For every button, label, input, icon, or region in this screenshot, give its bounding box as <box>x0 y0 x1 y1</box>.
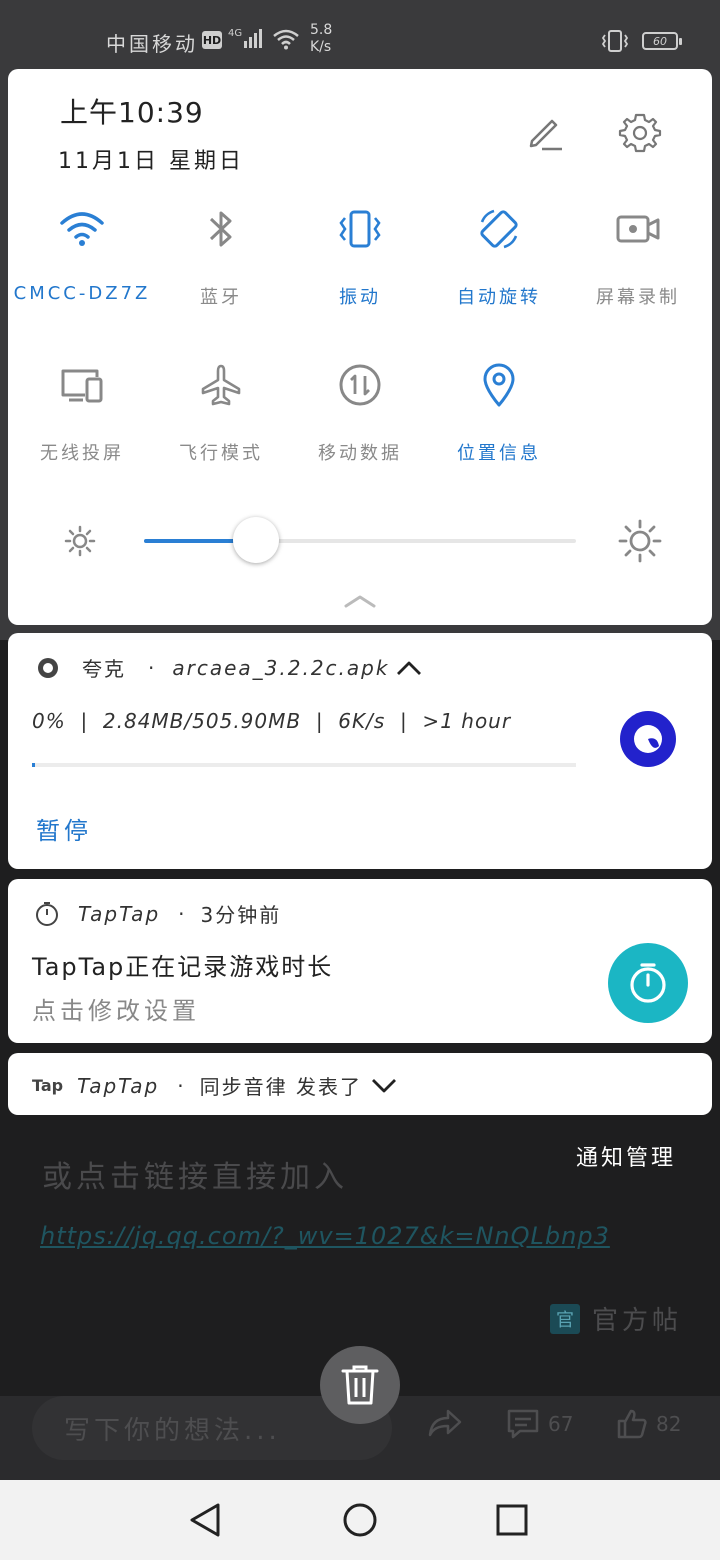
tile-wireless-projection[interactable]: 无线投屏 <box>12 357 152 465</box>
tile-screen-record[interactable]: 屏幕录制 <box>568 201 708 309</box>
taptap-post-separator: · <box>177 1073 186 1098</box>
taptap-notification-subtitle: 点击修改设置 <box>32 997 200 1025</box>
background-join-text: 或点击链接直接加入 <box>42 1160 348 1195</box>
quark-app-icon <box>620 711 676 767</box>
like-button[interactable]: 82 <box>616 1408 681 1440</box>
taptap-notification[interactable]: TapTap · 3分钟前 TapTap正在记录游戏时长 点击修改设置 <box>8 879 712 1043</box>
taptap-app-name: TapTap <box>78 901 161 926</box>
thumbs-up-icon <box>617 1409 647 1439</box>
screen-record-icon <box>616 215 660 243</box>
home-icon[interactable] <box>342 1502 378 1538</box>
comment-icon <box>507 1409 539 1439</box>
recents-icon[interactable] <box>496 1504 528 1536</box>
network-speed: 5.8 K/s <box>310 22 332 56</box>
quark-small-icon <box>38 657 58 678</box>
quark-logo-icon <box>634 725 662 753</box>
tile-bluetooth[interactable]: 蓝牙 <box>151 201 291 309</box>
status-bar: 中国移动 HD 4G 5.8 K/s 60 <box>0 0 720 70</box>
taptap-logo-icon: Tap <box>32 1076 64 1095</box>
download-progress-text: 0% | 2.84MB/505.90MB | 6K/s | >1 hour <box>32 709 512 733</box>
clock-time: 上午10:39 <box>60 96 204 129</box>
tile-auto-rotate[interactable]: 自动旋转 <box>429 201 569 309</box>
signal-icon: 4G <box>228 28 262 48</box>
taptap-notification-title: TapTap正在记录游戏时长 <box>32 953 334 981</box>
share-icon <box>428 1409 462 1437</box>
tile-mobile-data[interactable]: 移动数据 <box>290 357 430 465</box>
taptap-post-app-name: TapTap <box>77 1073 160 1098</box>
official-badge: 官 <box>550 1303 580 1334</box>
location-icon <box>483 363 515 407</box>
download-filename: arcaea_3.2.2c.apk <box>172 655 390 680</box>
collapse-chevron-icon[interactable] <box>342 593 378 609</box>
expand-notification-icon[interactable] <box>370 1077 398 1095</box>
auto-rotate-icon <box>480 209 518 249</box>
taptap-notification-header: TapTap · 3分钟前 <box>34 899 281 928</box>
download-progress-fill <box>32 763 35 767</box>
tile-wifi[interactable]: CMCC-DZ7Z <box>12 201 152 304</box>
edit-icon[interactable] <box>524 113 564 153</box>
official-post-label: 官方帖 <box>592 1306 683 1336</box>
taptap-post-header: Tap TapTap · 同步音律 发表了 <box>32 1071 398 1100</box>
tile-location[interactable]: 位置信息 <box>429 357 569 465</box>
wireless-projection-icon <box>61 369 103 403</box>
trash-icon <box>341 1365 379 1405</box>
comment-button[interactable]: 67 <box>506 1408 573 1440</box>
tile-airplane-mode-label: 飞行模式 <box>179 443 263 464</box>
battery-icon: 60 <box>642 32 682 50</box>
download-notification[interactable]: 夸克 · arcaea_3.2.2c.apk 0% | 2.84MB/505.9… <box>8 633 712 869</box>
tile-vibrate[interactable]: 振动 <box>290 201 430 309</box>
pause-button[interactable]: 暂停 <box>36 811 92 846</box>
clear-all-button[interactable] <box>320 1346 400 1424</box>
background-group-link[interactable]: https://jq.qq.com/?_wv=1027&k=NnQLbnp3 <box>40 1222 610 1250</box>
tile-wifi-label: CMCC-DZ7Z <box>13 283 151 304</box>
tile-location-label: 位置信息 <box>457 443 541 464</box>
brightness-slider-thumb[interactable] <box>233 517 280 563</box>
official-post-tag: 官 官方帖 <box>550 1300 682 1337</box>
taptap-post-text: 同步音律 发表了 <box>199 1075 362 1099</box>
settings-gear-icon[interactable] <box>618 111 662 155</box>
like-count: 82 <box>656 1412 682 1436</box>
svg-text:4G: 4G <box>228 28 242 39</box>
carrier-name: 中国移动 <box>106 32 198 56</box>
stopwatch-icon <box>630 963 666 1003</box>
vibrate-status-icon <box>601 30 629 52</box>
clock-date: 11月1日 星期日 <box>58 149 244 174</box>
taptap-notification-time: 3分钟前 <box>200 903 282 927</box>
hd-icon: HD <box>202 31 222 49</box>
network-speed-value: 5.8 <box>310 22 333 38</box>
network-speed-unit: K/s <box>310 39 332 55</box>
collapse-notification-icon[interactable] <box>395 659 423 677</box>
tile-mobile-data-label: 移动数据 <box>318 443 402 464</box>
tile-vibrate-label: 振动 <box>339 287 381 308</box>
mobile-data-icon <box>339 364 381 406</box>
download-progress-bar <box>32 763 576 767</box>
share-button[interactable] <box>428 1408 462 1438</box>
brightness-slider[interactable] <box>144 517 576 563</box>
tile-screen-record-label: 屏幕录制 <box>596 287 680 308</box>
comment-count: 67 <box>548 1412 574 1436</box>
taptap-timer-icon-button <box>608 943 688 1023</box>
taptap-post-notification[interactable]: Tap TapTap · 同步音律 发表了 <box>8 1053 712 1115</box>
download-notification-header: 夸克 · arcaea_3.2.2c.apk <box>36 653 423 682</box>
brightness-control <box>8 509 712 569</box>
airplane-icon <box>201 364 241 406</box>
taptap-separator: · <box>178 901 187 926</box>
wifi-status-icon <box>273 29 299 50</box>
wifi-icon <box>60 212 104 246</box>
bluetooth-icon <box>209 211 232 247</box>
back-icon[interactable] <box>188 1502 224 1538</box>
brightness-low-icon <box>64 525 96 557</box>
download-app-name: 夸克 <box>82 657 126 681</box>
download-separator: · <box>148 655 157 680</box>
tile-airplane-mode[interactable]: 飞行模式 <box>151 357 291 465</box>
tile-wireless-projection-label: 无线投屏 <box>40 443 124 464</box>
stopwatch-small-icon <box>36 901 58 926</box>
vibrate-icon <box>339 210 381 248</box>
tile-auto-rotate-label: 自动旋转 <box>457 287 541 308</box>
tile-bluetooth-label: 蓝牙 <box>200 287 242 308</box>
quick-settings-panel: 上午10:39 11月1日 星期日 CMCC-DZ7Z 蓝牙 振动 自动旋转 屏… <box>8 69 712 625</box>
brightness-high-icon <box>618 519 662 563</box>
navigation-bar <box>0 1480 720 1560</box>
notification-manage-button[interactable]: 通知管理 <box>576 1140 676 1172</box>
